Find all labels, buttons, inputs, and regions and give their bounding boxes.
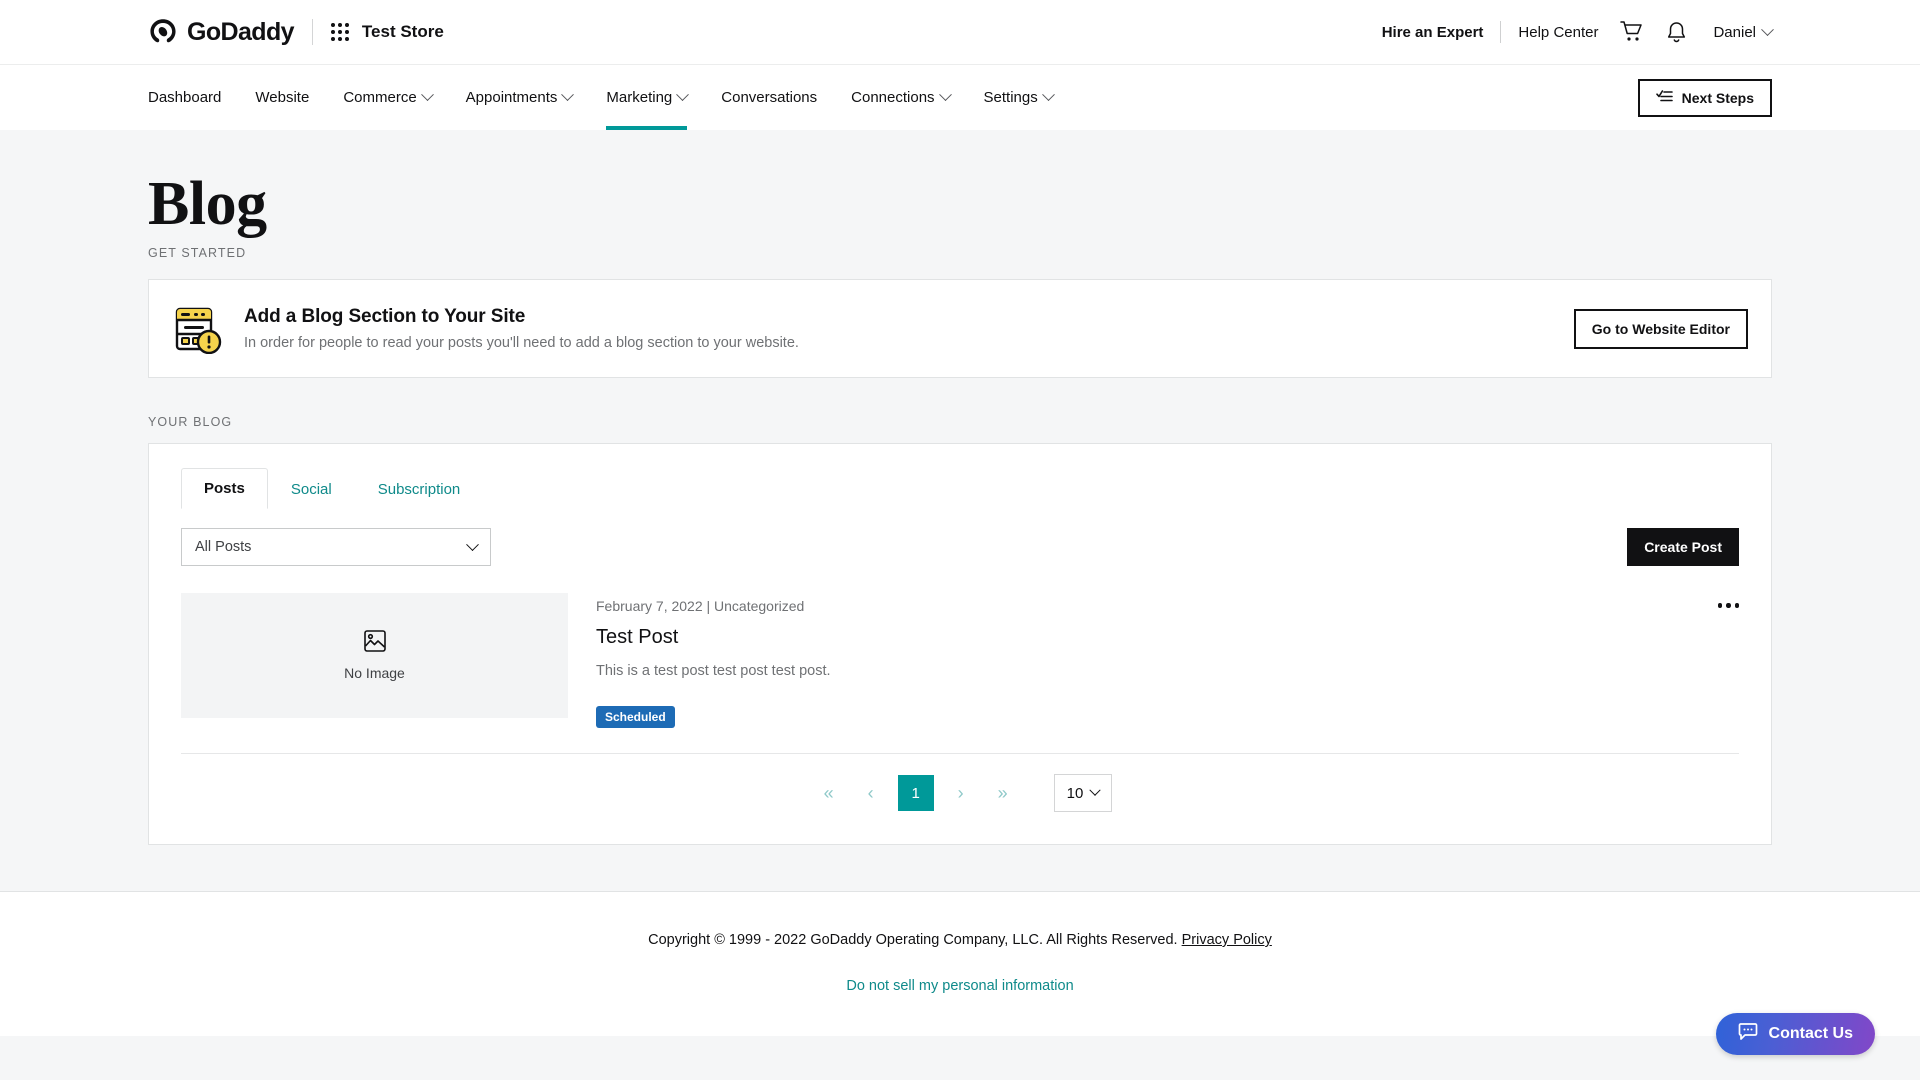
website-warning-icon — [172, 304, 222, 354]
nav-label: Settings — [983, 89, 1038, 106]
post-meta: February 7, 2022 | Uncategorized — [596, 598, 805, 614]
top-bar-right: Hire an Expert Help Center Daniel — [1382, 21, 1774, 44]
chat-bubble-icon — [1738, 1022, 1758, 1046]
store-name[interactable]: Test Store — [362, 22, 444, 42]
add-blog-section-card: Add a Blog Section to Your Site In order… — [148, 279, 1772, 378]
tab-subscription[interactable]: Subscription — [355, 469, 484, 509]
blog-tabs: Posts Social Subscription — [149, 444, 1771, 509]
posts-toolbar: All Posts Create Post — [149, 508, 1771, 566]
chevron-down-icon — [676, 88, 690, 102]
chevron-down-icon — [420, 88, 434, 102]
chevron-down-icon — [1089, 784, 1102, 796]
chevron-down-icon — [1761, 22, 1774, 36]
nav-item-dashboard[interactable]: Dashboard — [148, 65, 238, 130]
do-not-sell-link[interactable]: Do not sell my personal information — [0, 978, 1920, 994]
page-content: Blog GET STARTED Add a Blog Section to Y… — [0, 130, 1920, 845]
contact-us-button[interactable]: Contact Us — [1715, 1013, 1875, 1055]
nav-item-appointments[interactable]: Appointments — [449, 65, 590, 130]
privacy-policy-link[interactable]: Privacy Policy — [1182, 932, 1272, 948]
chevron-down-icon — [1041, 88, 1055, 102]
brand-area: GoDaddy Test Store — [148, 17, 444, 47]
nav-item-connections[interactable]: Connections — [834, 65, 966, 130]
nav-item-website[interactable]: Website — [238, 65, 326, 130]
top-bar: GoDaddy Test Store Hire an Expert Help C… — [0, 0, 1920, 64]
get-started-label: GET STARTED — [148, 246, 247, 260]
page-footer: Copyright © 1999 - 2022 GoDaddy Operatin… — [0, 891, 1920, 1036]
pagination-prev-button[interactable]: ‹ — [850, 774, 892, 812]
post-list-item[interactable]: No Image February 7, 2022 | Uncategorize… — [149, 566, 1771, 728]
page-size-select[interactable]: 10 — [1053, 774, 1113, 812]
page-header: Blog GET STARTED — [148, 130, 1772, 260]
help-center-link[interactable]: Help Center — [1518, 24, 1598, 41]
page-size-value: 10 — [1066, 784, 1084, 802]
user-account-menu[interactable]: Daniel — [1713, 22, 1774, 41]
contact-us-label: Contact Us — [1768, 1025, 1853, 1042]
create-post-button[interactable]: Create Post — [1627, 528, 1739, 566]
blog-panel: Posts Social Subscription All Posts Crea… — [148, 443, 1772, 845]
nav-item-list: Dashboard Website Commerce Appointments … — [148, 65, 1070, 130]
next-steps-label: Next Steps — [1681, 89, 1754, 106]
nav-item-commerce[interactable]: Commerce — [326, 65, 448, 130]
notification-bell-icon[interactable] — [1666, 21, 1687, 44]
godaddy-wordmark: GoDaddy — [187, 17, 295, 46]
copyright-text: Copyright © 1999 - 2022 GoDaddy Operatin… — [0, 932, 1920, 948]
checklist-icon — [1655, 89, 1673, 106]
more-options-icon[interactable] — [1717, 593, 1739, 613]
post-thumbnail-placeholder: No Image — [181, 593, 568, 718]
brand-divider — [311, 19, 313, 45]
alert-description: In order for people to read your posts y… — [244, 335, 799, 351]
main-navigation: Dashboard Website Commerce Appointments … — [0, 64, 1920, 130]
top-bar-divider — [1500, 21, 1502, 43]
user-name-label: Daniel — [1713, 23, 1756, 41]
chevron-down-icon — [466, 537, 479, 551]
nav-label: Connections — [851, 89, 935, 106]
posts-filter-select[interactable]: All Posts — [181, 528, 491, 566]
shopping-cart-icon[interactable] — [1620, 21, 1644, 43]
nav-label: Appointments — [465, 89, 558, 106]
next-steps-button[interactable]: Next Steps — [1637, 78, 1772, 117]
chevron-down-icon — [561, 88, 575, 102]
alert-title: Add a Blog Section to Your Site — [244, 306, 526, 327]
nav-item-marketing[interactable]: Marketing — [589, 65, 704, 130]
your-blog-label: YOUR BLOG — [148, 415, 233, 429]
pagination-last-button[interactable]: » — [982, 774, 1024, 812]
post-excerpt: This is a test post test post test post. — [596, 663, 831, 679]
hire-an-expert-link[interactable]: Hire an Expert — [1382, 24, 1484, 41]
no-image-label: No Image — [344, 665, 405, 681]
image-placeholder-icon — [363, 630, 386, 657]
godaddy-mark-icon — [148, 17, 178, 47]
chevron-down-icon — [938, 88, 952, 102]
nav-label: Conversations — [721, 89, 818, 106]
pagination-page-1[interactable]: 1 — [897, 775, 934, 811]
posts-filter-value: All Posts — [195, 539, 252, 555]
app-grid-icon[interactable] — [330, 23, 349, 41]
post-details: February 7, 2022 | Uncategorized Test Po… — [596, 593, 1718, 728]
tab-posts[interactable]: Posts — [181, 468, 268, 509]
nav-label: Marketing — [606, 89, 673, 106]
post-title[interactable]: Test Post — [596, 626, 1718, 649]
nav-label: Website — [255, 89, 310, 106]
nav-label: Commerce — [343, 89, 417, 106]
tab-social[interactable]: Social — [268, 469, 355, 509]
copyright-label: Copyright © 1999 - 2022 GoDaddy Operatin… — [648, 932, 1178, 948]
alert-text-block: Add a Blog Section to Your Site In order… — [244, 306, 799, 351]
nav-item-settings[interactable]: Settings — [967, 65, 1070, 130]
pagination: « ‹ 1 › » 10 — [149, 754, 1771, 844]
godaddy-logo[interactable]: GoDaddy — [148, 17, 295, 47]
nav-item-conversations[interactable]: Conversations — [704, 65, 834, 130]
pagination-first-button[interactable]: « — [808, 774, 850, 812]
page-title: Blog — [148, 170, 267, 238]
go-to-website-editor-button[interactable]: Go to Website Editor — [1573, 308, 1748, 349]
status-badge: Scheduled — [596, 706, 675, 728]
nav-label: Dashboard — [148, 89, 222, 106]
pagination-next-button[interactable]: › — [940, 774, 982, 812]
